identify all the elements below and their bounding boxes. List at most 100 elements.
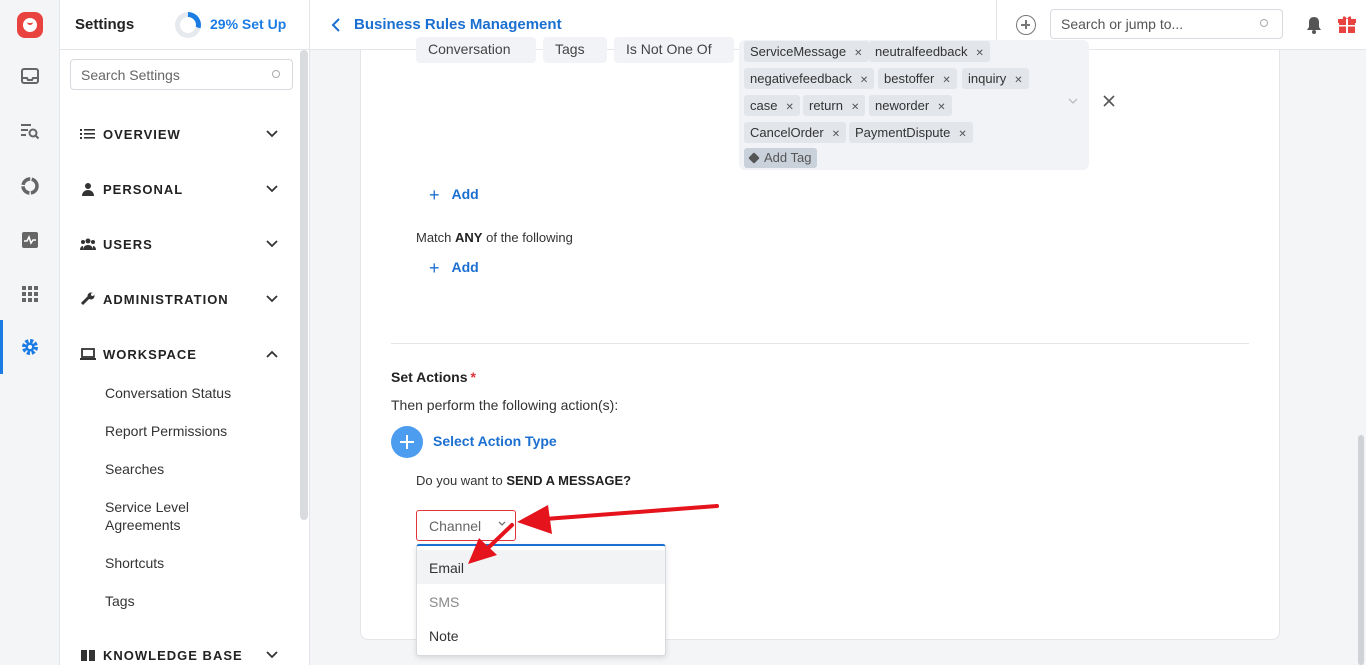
nav-group-users[interactable]: USERS <box>60 229 300 259</box>
tag-chip[interactable]: neutralfeedback ✕ <box>869 41 990 62</box>
main-scrollbar[interactable] <box>1356 50 1366 665</box>
tag-chip-label: neworder <box>875 98 930 113</box>
match-keyword: ANY <box>455 230 483 245</box>
sidebar-item-conversation-status[interactable]: Conversation Status <box>105 384 255 402</box>
book-icon <box>81 650 95 661</box>
condition-field-select[interactable]: Conversation <box>416 37 536 63</box>
back-chevron-icon[interactable] <box>330 17 342 33</box>
tag-chip[interactable]: neworder ✕ <box>869 95 952 116</box>
set-actions-title: Set Actions <box>391 369 468 385</box>
activity-icon[interactable] <box>20 230 40 250</box>
remove-tag-icon[interactable]: ✕ <box>942 75 950 86</box>
tag-chip[interactable]: PaymentDispute ✕ <box>849 122 973 143</box>
remove-tag-icon[interactable]: ✕ <box>854 48 862 59</box>
remove-condition-icon[interactable] <box>1102 94 1116 108</box>
tag-chip[interactable]: case ✕ <box>744 95 800 116</box>
nav-group-overview[interactable]: OVERVIEW <box>60 119 300 149</box>
tag-chip-label: return <box>809 98 843 113</box>
remove-tag-icon[interactable]: ✕ <box>937 102 945 113</box>
tag-chip-label: PaymentDispute <box>855 125 951 140</box>
setup-progress-ring[interactable] <box>175 12 201 38</box>
add-any-condition-button[interactable]: + Add <box>429 258 479 279</box>
apps-grid-icon[interactable] <box>20 284 40 304</box>
remove-tag-icon[interactable]: ✕ <box>785 102 793 113</box>
tag-chip[interactable]: negativefeedback ✕ <box>744 68 875 89</box>
channel-placeholder: Channel <box>429 518 482 534</box>
sidebar-item-report-permissions[interactable]: Report Permissions <box>105 422 255 440</box>
search-list-icon[interactable] <box>20 121 40 141</box>
sidebar-title: Settings <box>75 16 135 33</box>
channel-option-email[interactable]: Email <box>417 550 665 584</box>
users-icon <box>80 238 96 250</box>
nav-group-workspace[interactable]: WORKSPACE <box>60 339 300 369</box>
nav-group-knowledge-base[interactable]: KNOWLEDGE BASE <box>60 640 300 665</box>
app-rail <box>0 0 60 665</box>
sidebar-item-shortcuts[interactable]: Shortcuts <box>105 554 255 572</box>
nav-group-personal[interactable]: PERSONAL <box>60 174 300 204</box>
add-action-icon[interactable] <box>391 426 423 458</box>
channel-select[interactable]: Channel <box>416 510 516 541</box>
tag-chip[interactable]: inquiry ✕ <box>962 68 1029 89</box>
remove-tag-icon[interactable]: ✕ <box>851 102 859 113</box>
add-all-condition-button[interactable]: + Add <box>429 185 479 206</box>
nav-group-label: WORKSPACE <box>103 347 197 362</box>
wrench-icon <box>80 292 95 306</box>
tag-chip-label: negativefeedback <box>750 71 852 86</box>
app-logo-icon[interactable] <box>17 12 43 38</box>
plus-icon: + <box>429 185 440 205</box>
gift-icon[interactable] <box>1337 14 1357 34</box>
remove-tag-icon[interactable]: ✕ <box>860 75 868 86</box>
tag-chip-label: case <box>750 98 778 113</box>
settings-search-placeholder: Search Settings <box>81 67 180 83</box>
remove-tag-icon[interactable]: ✕ <box>976 48 984 59</box>
channel-option-sms[interactable]: SMS <box>417 584 665 618</box>
tag-chip[interactable]: return ✕ <box>803 95 866 116</box>
page-title[interactable]: Business Rules Management <box>354 16 562 33</box>
tag-chip[interactable]: ServiceMessage ✕ <box>744 41 869 62</box>
bell-icon[interactable] <box>1306 16 1322 34</box>
plus-icon: + <box>429 258 440 278</box>
channel-dropdown: Email SMS Note <box>416 544 666 656</box>
tag-chip[interactable]: CancelOrder ✕ <box>744 122 847 143</box>
tag-chip[interactable]: bestoffer ✕ <box>878 68 957 89</box>
tag-chip-label: neutralfeedback <box>875 44 968 59</box>
inbox-icon[interactable] <box>20 66 40 86</box>
remove-tag-icon[interactable]: ✕ <box>958 129 966 140</box>
chevron-down-icon <box>266 295 278 303</box>
main-scrollbar-thumb[interactable] <box>1358 435 1364 665</box>
sidebar-item-tags[interactable]: Tags <box>105 592 255 610</box>
search-icon <box>1260 19 1268 27</box>
condition-attribute-value: Tags <box>555 41 585 57</box>
channel-option-note[interactable]: Note <box>417 618 665 652</box>
condition-operator-select[interactable]: Is Not One Of <box>614 37 734 63</box>
nav-group-label: USERS <box>103 237 153 252</box>
add-label: Add <box>451 259 479 275</box>
chevron-down-icon <box>266 240 278 248</box>
chevron-down-icon <box>266 651 278 659</box>
remove-tag-icon[interactable]: ✕ <box>832 129 840 140</box>
chevron-down-icon[interactable] <box>1068 97 1078 105</box>
settings-search-input[interactable]: Search Settings <box>70 59 293 90</box>
settings-gear-icon[interactable] <box>20 337 40 357</box>
add-new-icon[interactable] <box>1016 15 1036 35</box>
sidebar-header: Settings 29% Set Up <box>60 0 309 50</box>
nav-group-administration[interactable]: ADMINISTRATION <box>60 284 300 314</box>
required-mark: * <box>470 369 476 385</box>
send-message-question: Do you want to SEND A MESSAGE? <box>416 473 631 488</box>
condition-attribute-select[interactable]: Tags <box>543 37 607 63</box>
jump-search-input[interactable]: Search or jump to... <box>1050 9 1283 39</box>
remove-tag-icon[interactable]: ✕ <box>1014 75 1022 86</box>
tag-chip-label: bestoffer <box>884 71 935 86</box>
add-tag-button[interactable]: Add Tag <box>744 148 818 168</box>
chevron-down-icon <box>498 521 506 526</box>
tag-chip-label: CancelOrder <box>750 125 824 140</box>
sidebar-scrollbar[interactable] <box>300 50 308 520</box>
sidebar-item-searches[interactable]: Searches <box>105 460 255 478</box>
laptop-icon <box>80 348 96 360</box>
reports-pie-icon[interactable] <box>20 176 40 196</box>
search-icon <box>272 70 280 78</box>
sidebar-item-service-level-agreements[interactable]: Service Level Agreements <box>105 498 215 534</box>
condition-operator-value: Is Not One Of <box>626 41 712 57</box>
select-action-type-button[interactable]: Select Action Type <box>433 433 557 449</box>
setup-progress-label[interactable]: 29% Set Up <box>210 16 286 32</box>
